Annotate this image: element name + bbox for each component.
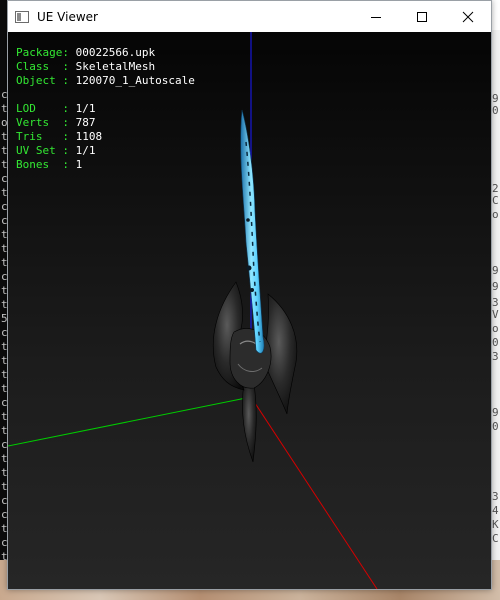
info-key: Bones	[16, 158, 63, 171]
right-text-char: o	[492, 322, 499, 335]
info-gap	[16, 88, 195, 102]
right-text-char: 0	[492, 104, 499, 117]
info-separator: :	[62, 158, 76, 171]
caption-buttons	[353, 1, 491, 32]
info-key: Class	[16, 60, 63, 73]
info-key: Object	[16, 74, 63, 87]
info-row: Object : 120070_1_Autoscale	[16, 74, 195, 88]
y-axis-line	[8, 396, 252, 447]
right-text-char: K	[492, 518, 499, 531]
right-text-char: 3	[492, 490, 499, 503]
window-title: UE Viewer	[37, 9, 98, 24]
info-separator: :	[62, 60, 76, 73]
info-key: Tris	[16, 130, 63, 143]
info-value: 1/1	[75, 102, 96, 115]
right-text-char: 0	[492, 336, 499, 349]
info-separator: :	[62, 144, 76, 157]
info-key: UV Set	[16, 144, 63, 157]
info-key: Verts	[16, 116, 63, 129]
info-row: Tris : 1108	[16, 130, 195, 144]
info-row: UV Set : 1/1	[16, 144, 195, 158]
info-row: Bones : 1	[16, 158, 195, 172]
info-separator: :	[62, 102, 76, 115]
3d-viewport[interactable]: Package: 00022566.upk Class : SkeletalMes…	[8, 32, 491, 589]
close-icon	[462, 11, 474, 22]
right-text-char: o	[492, 208, 499, 221]
info-value: 1	[75, 158, 83, 171]
info-row: LOD : 1/1	[16, 102, 195, 116]
info-row: Class : SkeletalMesh	[16, 60, 195, 74]
info-value: 787	[75, 116, 96, 129]
info-separator: :	[62, 130, 76, 143]
info-key: Package	[16, 46, 63, 59]
right-text-char: 9	[492, 264, 499, 277]
title-bar[interactable]: UE Viewer	[8, 1, 491, 32]
info-value: 1108	[75, 130, 103, 143]
right-text-char: 0	[492, 420, 499, 433]
sword-mesh[interactable]	[212, 109, 298, 463]
close-button[interactable]	[445, 1, 491, 32]
info-separator: :	[62, 46, 76, 59]
x-axis-line	[250, 396, 378, 589]
right-text-char: V	[492, 308, 499, 321]
maximize-icon	[417, 11, 427, 22]
info-value: SkeletalMesh	[75, 60, 156, 73]
right-text-char: C	[492, 532, 499, 545]
info-separator: :	[62, 116, 76, 129]
right-text-char: 3	[492, 350, 499, 363]
right-text-char: 4	[492, 504, 499, 517]
info-value: 120070_1_Autoscale	[75, 74, 195, 87]
info-row: Verts : 787	[16, 116, 195, 130]
right-text-char: 9	[492, 280, 499, 293]
info-row: Package: 00022566.upk	[16, 46, 195, 60]
maximize-button[interactable]	[399, 1, 445, 32]
minimize-icon	[371, 16, 381, 18]
right-text-char: C	[492, 194, 499, 207]
minimize-button[interactable]	[353, 1, 399, 32]
mesh-info-overlay: Package: 00022566.upk Class : SkeletalMes…	[16, 46, 195, 172]
info-separator: :	[62, 74, 76, 87]
right-text-char: 9	[492, 406, 499, 419]
ue-viewer-window[interactable]: UE Viewer Package: 00022566.upk Class: …	[7, 0, 492, 590]
info-value: 1/1	[75, 144, 96, 157]
app-icon[interactable]	[15, 10, 29, 23]
info-key: LOD	[16, 102, 63, 115]
info-value: 00022566.upk	[75, 46, 156, 59]
